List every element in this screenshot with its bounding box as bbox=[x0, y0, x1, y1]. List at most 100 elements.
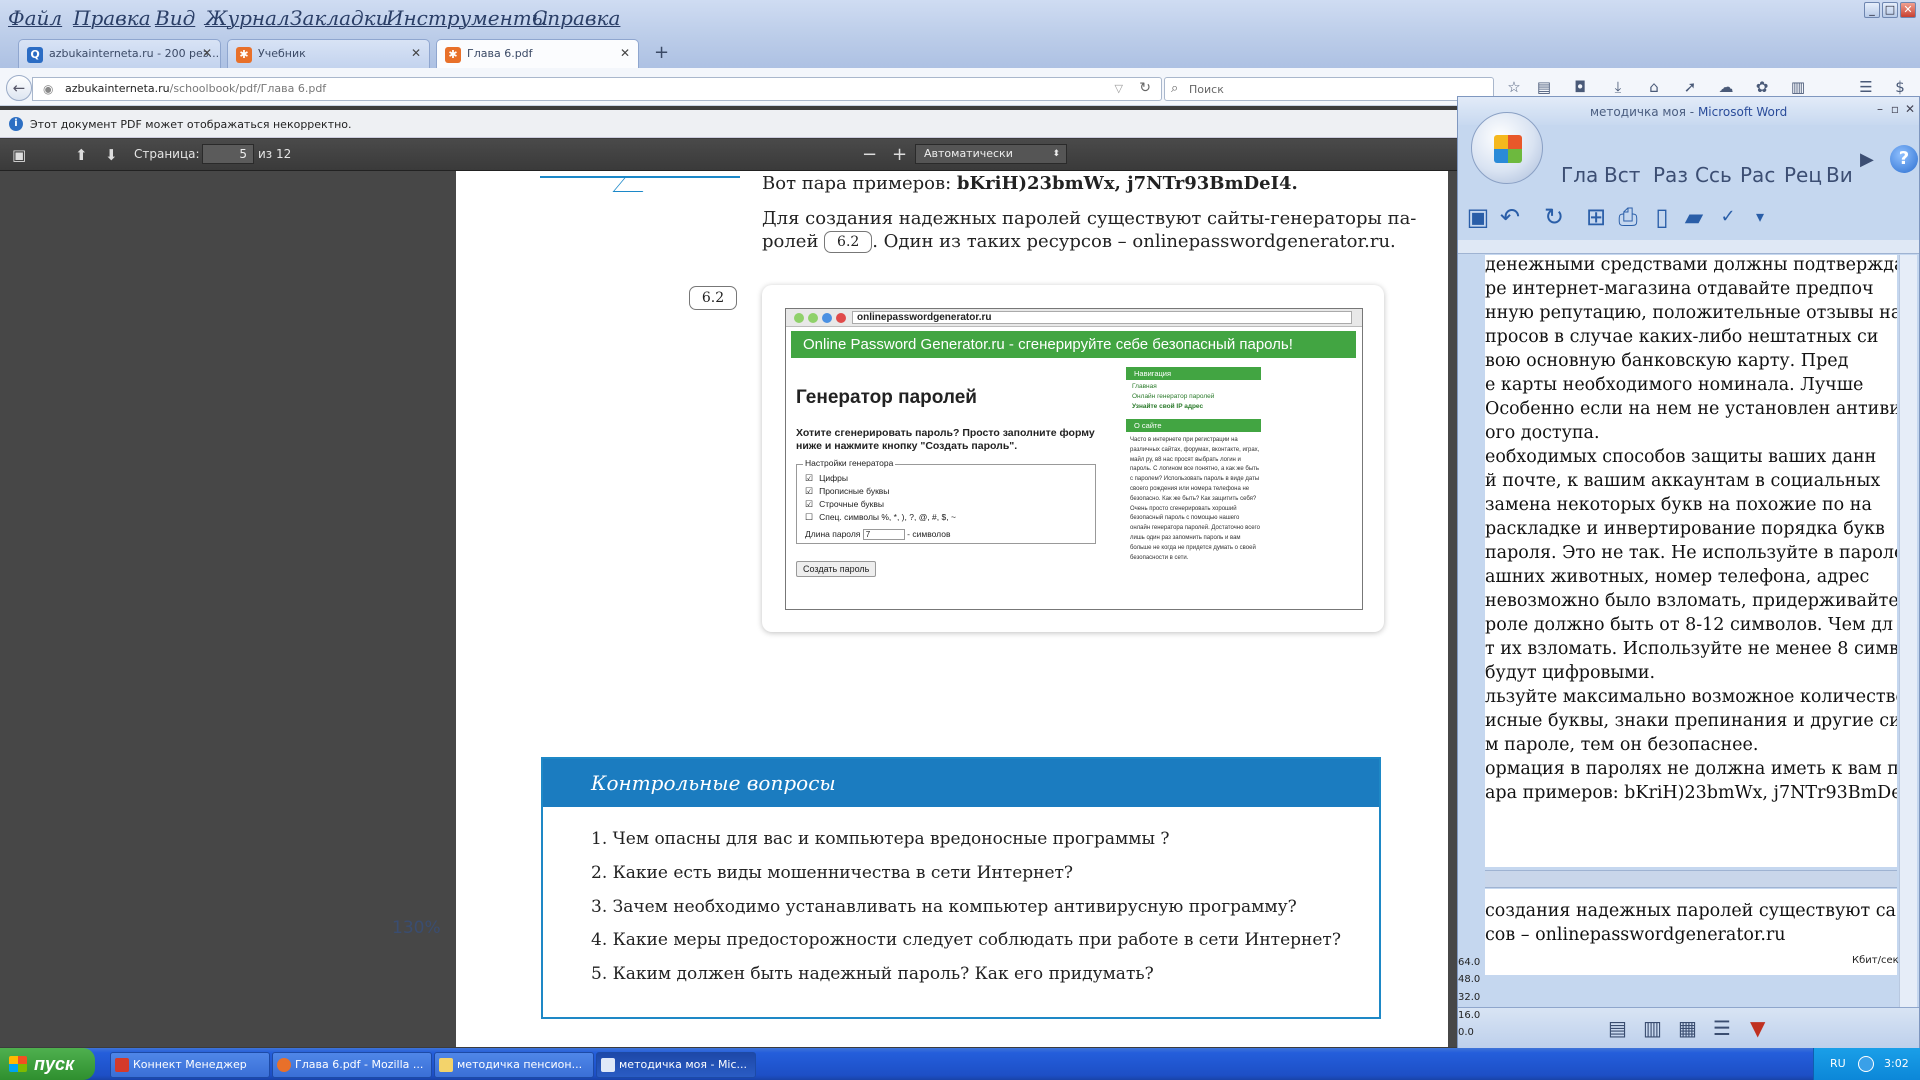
home-icon[interactable]: ⌂ bbox=[1644, 78, 1664, 98]
sidebar-toggle-icon[interactable]: ▣ bbox=[12, 146, 26, 164]
figure-banner: Online Password Generator.ru - сгенериру… bbox=[791, 331, 1356, 358]
word-title: методичка моя - Microsoft Word bbox=[1590, 105, 1787, 119]
zoom-select[interactable]: Автоматически ⬍ bbox=[915, 144, 1067, 164]
help-icon[interactable]: ? bbox=[1890, 145, 1918, 173]
menu-bookmarks[interactable]: Закладки bbox=[290, 6, 389, 30]
ribbon-tab-home[interactable]: Гла bbox=[1561, 163, 1598, 187]
chat-icon[interactable]: ☁ bbox=[1716, 78, 1736, 98]
download-icon[interactable]: ⤓ bbox=[1608, 78, 1628, 98]
menu-edit[interactable]: Правка bbox=[73, 6, 151, 30]
restore-icon[interactable]: ▫ bbox=[1891, 102, 1899, 116]
ribbon-tab-mailings[interactable]: Рас bbox=[1740, 163, 1775, 187]
spellcheck-icon[interactable]: ✓ bbox=[1712, 201, 1744, 233]
web-layout-icon[interactable]: ▦ bbox=[1678, 1016, 1697, 1040]
print-layout-icon[interactable]: ▤ bbox=[1608, 1016, 1627, 1040]
draft-icon[interactable]: ▼ bbox=[1750, 1016, 1765, 1040]
close-icon[interactable]: ✕ bbox=[202, 46, 212, 60]
dropdown-icon[interactable]: ▽ bbox=[1115, 82, 1123, 95]
ribbon-tab-insert[interactable]: Вст bbox=[1604, 163, 1640, 187]
reading-layout-icon[interactable]: ▥ bbox=[1643, 1016, 1662, 1040]
vertical-scrollbar[interactable] bbox=[1899, 255, 1917, 1048]
minimize-button[interactable]: _ bbox=[1864, 2, 1880, 18]
tab-search-results[interactable]: Q azbukainterneta.ru - 200 рез... ✕ bbox=[18, 39, 221, 68]
currency-icon[interactable]: $ bbox=[1890, 78, 1910, 98]
send-icon[interactable]: ➚ bbox=[1680, 78, 1700, 98]
menu-history[interactable]: Журнал bbox=[205, 6, 290, 30]
new-doc-icon[interactable]: ▯ bbox=[1646, 201, 1678, 233]
task-label: методичка моя - Mic... bbox=[619, 1058, 748, 1071]
tab-textbook[interactable]: ✱ Учебник ✕ bbox=[227, 39, 430, 68]
addon-icon[interactable]: ✿ bbox=[1752, 78, 1772, 98]
undo-icon[interactable]: ↶ bbox=[1494, 201, 1526, 233]
previous-page-icon[interactable]: ⬆ bbox=[75, 146, 88, 164]
ribbon-tab-layout[interactable]: Раз bbox=[1653, 163, 1688, 187]
customize-qat-icon[interactable]: ▾ bbox=[1744, 201, 1776, 233]
clock[interactable]: 3:02 bbox=[1884, 1057, 1909, 1070]
word-document-split-view[interactable]: создания надежных паролей существуют са … bbox=[1485, 889, 1897, 975]
task-firefox[interactable]: Глава 6.pdf - Mozilla ... bbox=[272, 1052, 432, 1078]
page-number-input[interactable]: 5 bbox=[202, 144, 254, 164]
bookmark-star-icon[interactable]: ☆ bbox=[1504, 78, 1524, 98]
graph-axis-label: 0.0 bbox=[1458, 1027, 1474, 1038]
checkbox-uppercase: Прописные буквы bbox=[805, 486, 889, 497]
search-icon: ⌕ bbox=[1171, 81, 1179, 96]
menu-view[interactable]: Вид bbox=[155, 6, 195, 30]
horizontal-ruler[interactable] bbox=[1458, 240, 1919, 254]
start-button[interactable]: пуск bbox=[0, 1048, 95, 1080]
reading-list-icon[interactable]: ▤ bbox=[1534, 78, 1554, 98]
office-button[interactable] bbox=[1471, 112, 1543, 184]
doc-line: й почте, к вашим аккаунтам в социальных bbox=[1485, 471, 1881, 491]
search-bar[interactable]: ⌕ Поиск bbox=[1164, 77, 1494, 101]
next-page-icon[interactable]: ⬇ bbox=[105, 146, 118, 164]
ribbon-tab-references[interactable]: Ссь bbox=[1695, 163, 1732, 187]
close-icon[interactable]: ✕ bbox=[620, 46, 630, 60]
close-icon[interactable]: ✕ bbox=[411, 46, 421, 60]
figure-heading: Генератор паролей bbox=[796, 387, 977, 408]
menu-help[interactable]: Справка bbox=[532, 6, 620, 30]
search-placeholder: Поиск bbox=[1189, 83, 1224, 96]
questions-title: Контрольные вопросы bbox=[591, 771, 836, 795]
task-folder[interactable]: методичка пенсион... bbox=[434, 1052, 594, 1078]
back-arrow-icon[interactable]: ← bbox=[6, 75, 32, 101]
menu-tools[interactable]: Инструменты bbox=[386, 6, 548, 30]
menu-hamburger-icon[interactable]: ☰ bbox=[1856, 78, 1876, 98]
close-icon[interactable]: ✕ bbox=[1905, 102, 1915, 116]
menu-file[interactable]: Файл bbox=[8, 6, 62, 30]
url-path: /schoolbook/pdf/Глава 6.pdf bbox=[169, 82, 327, 95]
tab-label: azbukainterneta.ru - 200 рез... bbox=[49, 47, 220, 60]
checkbox-special: Спец. символы %, *, ), ?, @, #, $, ~ bbox=[805, 512, 956, 523]
maximize-button[interactable]: □ bbox=[1882, 2, 1898, 18]
task-word[interactable]: методичка моя - Mic... bbox=[596, 1052, 756, 1078]
pocket-icon[interactable]: ◘ bbox=[1570, 78, 1590, 98]
outline-icon[interactable]: ☰ bbox=[1713, 1016, 1731, 1040]
minimize-icon[interactable]: – bbox=[1877, 102, 1883, 116]
doc-line: замена некоторых букв на похожие по на bbox=[1485, 495, 1872, 515]
split-bar[interactable] bbox=[1485, 870, 1897, 888]
zoom-in-icon[interactable]: + bbox=[892, 144, 907, 165]
language-indicator[interactable]: RU bbox=[1830, 1057, 1846, 1070]
word-document-view[interactable]: денежными средствами должны подтверждать… bbox=[1485, 255, 1897, 867]
close-window-button[interactable]: ✕ bbox=[1900, 2, 1916, 18]
notification-message: Этот документ PDF может отображаться нек… bbox=[30, 118, 352, 131]
ribbon-tab-view[interactable]: Ви bbox=[1826, 163, 1853, 187]
print-icon[interactable]: ⎙ bbox=[1612, 201, 1644, 233]
tab-pdf[interactable]: ✱ Глава 6.pdf ✕ bbox=[436, 39, 639, 69]
save-icon[interactable]: ▣ bbox=[1462, 201, 1494, 233]
updown-icon: ⬍ bbox=[1052, 149, 1060, 159]
clipboard-icon[interactable]: ▥ bbox=[1788, 78, 1808, 98]
open-folder-icon[interactable]: ▰ bbox=[1678, 201, 1710, 233]
network-icon[interactable] bbox=[1858, 1056, 1874, 1072]
ribbon-tab-review[interactable]: Рец bbox=[1784, 163, 1822, 187]
ribbon-scroll-icon[interactable]: ▶ bbox=[1860, 149, 1874, 170]
org-chart-icon[interactable]: ⊞ bbox=[1580, 201, 1612, 233]
task-connect-manager[interactable]: Коннект Менеджер bbox=[110, 1052, 270, 1078]
reload-icon[interactable]: ↻ bbox=[1139, 80, 1151, 96]
firefox-icon bbox=[277, 1058, 291, 1072]
zoom-out-icon[interactable]: − bbox=[862, 144, 877, 165]
redo-icon[interactable]: ↻ bbox=[1538, 201, 1570, 233]
doc-line: денежными средствами должны подтверждать bbox=[1485, 255, 1897, 275]
url-bar[interactable]: ◉ azbukainterneta.ru/schoolbook/pdf/Глав… bbox=[32, 77, 1162, 101]
word-zoom-level[interactable]: 130% bbox=[392, 918, 441, 938]
new-tab-button[interactable]: + bbox=[654, 42, 669, 63]
question-item: 4. Какие меры предосторожности следует с… bbox=[591, 930, 1341, 950]
